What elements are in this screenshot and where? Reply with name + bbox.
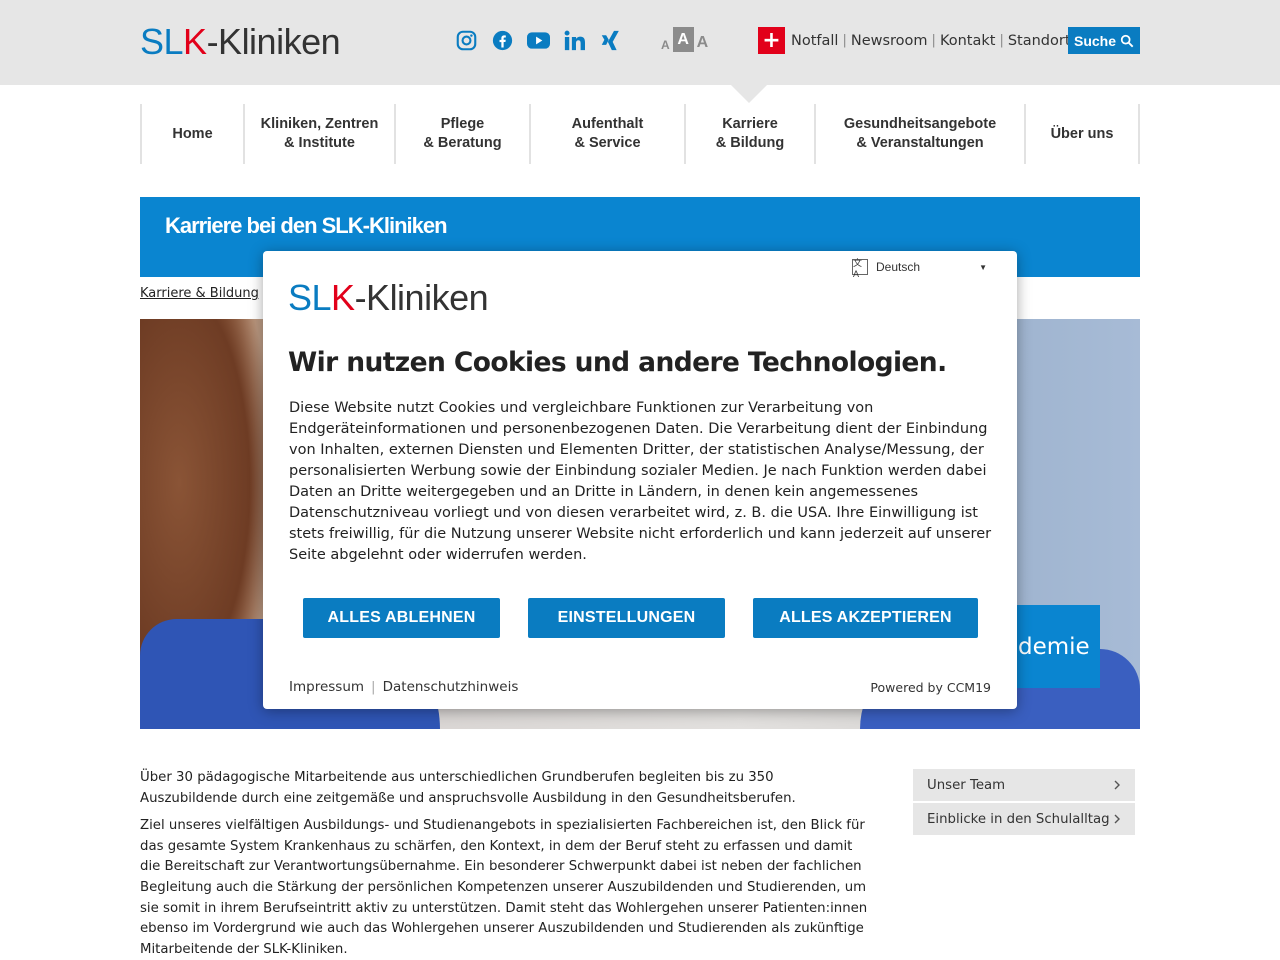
separator: |: [371, 679, 376, 695]
top-header: SLK-Kliniken A A A + Notfall | Newsroom …: [0, 0, 1280, 85]
main-content: Über 30 pädagogische Mitarbeitende aus u…: [140, 768, 875, 960]
cookie-consent-dialog: 文A Deutsch ▼ SLK-Kliniken Wir nutzen Coo…: [263, 251, 1017, 709]
nav-item-kliniken[interactable]: Kliniken, Zentren & Institute: [243, 104, 394, 164]
social-links: [455, 29, 622, 52]
logo-kliniken-text: -Kliniken: [354, 277, 489, 318]
sidebar: Unser Team Einblicke in den Schulalltag: [913, 769, 1135, 837]
search-button[interactable]: Suche: [1068, 27, 1140, 54]
logo-slk-text: SL: [140, 21, 184, 62]
font-size-small-button[interactable]: A: [661, 38, 670, 52]
service-link-kontakt[interactable]: Kontakt: [940, 33, 996, 49]
accept-all-button[interactable]: ALLES AKZEPTIEREN: [753, 598, 978, 638]
logo-k-text: K: [331, 277, 355, 318]
logo-kliniken-text: -Kliniken: [206, 21, 341, 62]
linkedin-icon[interactable]: [563, 29, 586, 52]
dialog-text: Diese Website nutzt Cookies und vergleic…: [289, 400, 992, 563]
nav-item-pflege[interactable]: Pflege & Beratung: [394, 104, 529, 164]
logo-slk-text: SL: [288, 277, 332, 318]
active-nav-indicator: [731, 85, 767, 103]
instagram-icon[interactable]: [455, 29, 478, 52]
nav-item-home[interactable]: Home: [140, 104, 243, 164]
font-size-medium-button[interactable]: A: [672, 27, 694, 52]
powered-by[interactable]: Powered by CCM19: [870, 680, 991, 695]
settings-button[interactable]: EINSTELLUNGEN: [528, 598, 725, 638]
sidebar-item-label: Einblicke in den Schulalltag: [927, 811, 1110, 827]
impressum-link[interactable]: Impressum: [289, 679, 364, 695]
chevron-right-icon: [1114, 814, 1120, 824]
breadcrumb[interactable]: Karriere & Bildung: [140, 286, 259, 301]
service-link-newsroom[interactable]: Newsroom: [851, 33, 928, 49]
chevron-down-icon: ▼: [979, 262, 987, 272]
sidebar-item-label: Unser Team: [927, 777, 1006, 793]
nav-item-gesundheitsangebote[interactable]: Gesundheitsangebote & Veranstaltungen: [814, 104, 1024, 164]
xing-icon[interactable]: [599, 29, 622, 52]
search-icon: [1120, 34, 1134, 47]
font-size-switcher: A A A: [661, 27, 708, 52]
service-nav: + Notfall | Newsroom | Kontakt | Standor…: [758, 27, 1079, 54]
page-title: Karriere bei den SLK-Kliniken: [165, 213, 448, 238]
reject-all-button[interactable]: ALLES ABLEHNEN: [303, 598, 500, 638]
language-select-value: Deutsch: [876, 260, 921, 274]
separator: |: [842, 33, 847, 48]
service-link-notfall[interactable]: Notfall: [791, 33, 838, 49]
facebook-icon[interactable]: [491, 29, 514, 52]
nav-item-ueber-uns[interactable]: Über uns: [1024, 104, 1140, 164]
emergency-cross-icon[interactable]: +: [758, 27, 785, 54]
slk-logo[interactable]: SLK-Kliniken: [140, 21, 341, 62]
nav-item-karriere[interactable]: Karriere & Bildung: [684, 104, 814, 164]
datenschutz-link[interactable]: Datenschutzhinweis: [383, 679, 519, 695]
separator: |: [931, 33, 936, 48]
nav-item-aufenthalt[interactable]: Aufenthalt & Service: [529, 104, 684, 164]
content-paragraph: Über 30 pädagogische Mitarbeitende aus u…: [140, 770, 796, 806]
dialog-footer-links: Impressum | Datenschutzhinweis: [289, 679, 518, 695]
dialog-logo: SLK-Kliniken: [288, 277, 489, 318]
main-navigation: Home Kliniken, Zentren & Institute Pfleg…: [140, 104, 1140, 164]
search-button-label: Suche: [1073, 32, 1116, 49]
dialog-title: Wir nutzen Cookies und andere Technologi…: [288, 347, 947, 378]
logo-k-text: K: [183, 21, 207, 62]
language-select[interactable]: 文A Deutsch ▼: [852, 258, 987, 279]
content-paragraph: Ziel unseres vielfältigen Ausbildungs- u…: [140, 818, 868, 957]
separator: |: [999, 33, 1004, 48]
chevron-right-icon: [1114, 780, 1120, 790]
sidebar-item-unser-team[interactable]: Unser Team: [913, 769, 1135, 801]
translate-icon: 文A: [852, 258, 868, 279]
youtube-icon[interactable]: [527, 29, 550, 52]
sidebar-item-schulalltag[interactable]: Einblicke in den Schulalltag: [913, 803, 1135, 835]
font-size-large-button[interactable]: A: [697, 34, 709, 52]
hero-caption-text: demie: [1018, 633, 1090, 660]
